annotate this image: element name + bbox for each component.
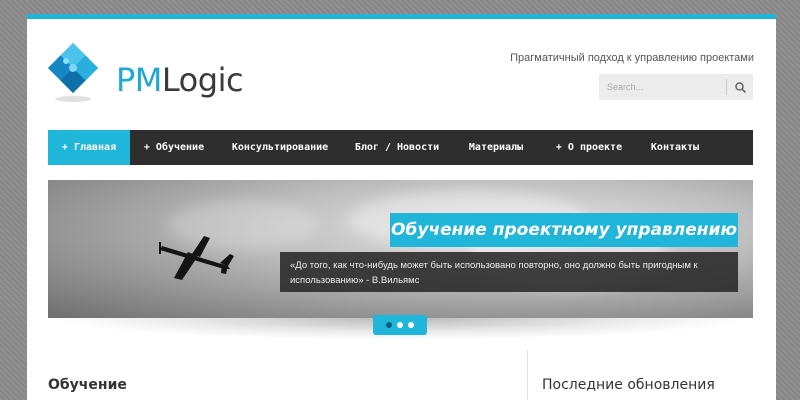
nav-item-materials[interactable]: Материалы <box>452 130 540 165</box>
puzzle-logo-icon <box>48 43 98 102</box>
page-container: PMLogic Прагматичный подход к управлению… <box>27 14 776 400</box>
slider-dot-1[interactable] <box>386 322 392 328</box>
nav-item-home[interactable]: + Главная <box>48 130 130 165</box>
nav-item-blog-news[interactable]: Блог / Новости <box>342 130 452 165</box>
search-box <box>599 74 753 100</box>
slide-quote: «До того, как что-нибудь может быть испо… <box>280 252 738 292</box>
logo-text-prefix: PM <box>116 61 162 99</box>
column-divider <box>527 350 528 400</box>
section-heading-latest-updates: Последние обновления <box>542 377 715 393</box>
slide-title: Обучение проектному управлению <box>390 213 738 247</box>
airplane-image <box>159 236 234 280</box>
nav-item-consulting[interactable]: Консультирование <box>218 130 342 165</box>
slider-pagination <box>373 315 427 335</box>
nav-item-about[interactable]: + О проекте <box>540 130 638 165</box>
search-input[interactable] <box>599 74 725 100</box>
slider-dot-3[interactable] <box>408 322 414 328</box>
logo-text: PMLogic <box>116 61 244 99</box>
nav-item-training[interactable]: + Обучение <box>130 130 218 165</box>
nav-item-contacts[interactable]: Контакты <box>638 130 712 165</box>
slider-dot-2[interactable] <box>397 322 403 328</box>
main-nav: + Главная + Обучение Консультирование Бл… <box>48 130 753 165</box>
section-heading-training: Обучение <box>48 377 127 393</box>
logo-text-suffix: Logic <box>161 61 244 99</box>
logo[interactable]: PMLogic <box>48 43 248 113</box>
site-tagline: Прагматичный подход к управлению проекта… <box>510 52 754 64</box>
search-icon <box>734 81 746 93</box>
hero-slider[interactable]: Обучение проектному управлению «До того,… <box>48 180 753 318</box>
search-button[interactable] <box>727 74 753 100</box>
